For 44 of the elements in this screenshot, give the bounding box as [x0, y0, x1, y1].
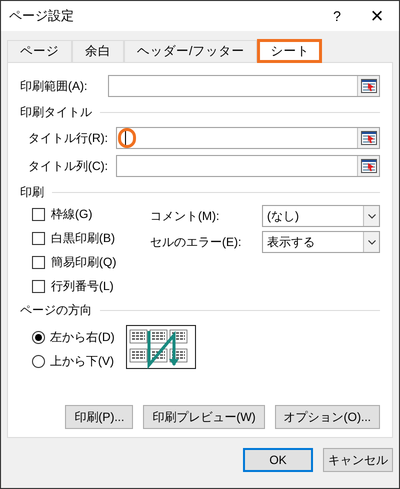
field-label: コメント(M):	[150, 208, 220, 225]
group-heading: 印刷タイトル	[20, 104, 92, 121]
dialog-button[interactable]: 印刷(P)...	[65, 405, 134, 429]
tab[interactable]: 余白	[72, 40, 124, 62]
radio-label: 上から下(V)	[50, 353, 114, 370]
radio-label: 左から右(D)	[50, 329, 115, 346]
checkbox-label: 行列番号(L)	[51, 278, 114, 295]
range-select-icon[interactable]	[360, 159, 376, 173]
dialog-button[interactable]: 印刷プレビュー(W)	[143, 405, 265, 429]
radio-button[interactable]	[32, 354, 45, 368]
dialog-button[interactable]: OK	[243, 448, 313, 472]
page-order-drawing	[126, 325, 196, 369]
window-title: ページ設定	[9, 7, 75, 26]
checkbox[interactable]	[32, 256, 45, 268]
checkbox[interactable]	[32, 232, 45, 244]
radio-button[interactable]	[32, 330, 45, 344]
group-heading: ページの方向	[20, 302, 92, 319]
range-select-icon[interactable]	[360, 131, 376, 145]
checkbox-label: 白黒印刷(B)	[51, 230, 115, 247]
close-button[interactable]: ×	[355, 1, 399, 31]
field-label: セルのエラー(E):	[150, 234, 242, 251]
dropdown[interactable]: (なし)	[262, 205, 380, 227]
field-label: タイトル列(C):	[28, 158, 108, 175]
chevron-down-icon	[368, 240, 376, 244]
checkbox-label: 簡易印刷(Q)	[51, 254, 116, 271]
reference-field[interactable]	[116, 155, 380, 177]
field-label: 印刷範囲(A):	[20, 78, 88, 95]
tab[interactable]: ヘッダー/フッター	[124, 40, 258, 62]
text-cursor	[125, 131, 126, 145]
chevron-down-icon	[368, 214, 376, 218]
reference-field[interactable]	[116, 127, 380, 149]
range-select-icon[interactable]	[360, 79, 376, 93]
checkbox[interactable]	[32, 208, 45, 220]
checkbox[interactable]	[32, 280, 45, 292]
field-label: タイトル行(R):	[28, 130, 108, 147]
dialog-button[interactable]: オプション(O)...	[274, 405, 380, 429]
group-heading: 印刷	[20, 184, 44, 201]
dropdown[interactable]: 表示する	[262, 231, 380, 253]
dialog-button[interactable]: キャンセル	[323, 448, 393, 472]
tab[interactable]: ページ	[7, 40, 72, 62]
checkbox-label: 枠線(G)	[51, 206, 92, 223]
tab[interactable]: シート	[257, 39, 322, 63]
reference-field[interactable]	[108, 75, 380, 97]
help-button[interactable]: ?	[319, 1, 355, 31]
